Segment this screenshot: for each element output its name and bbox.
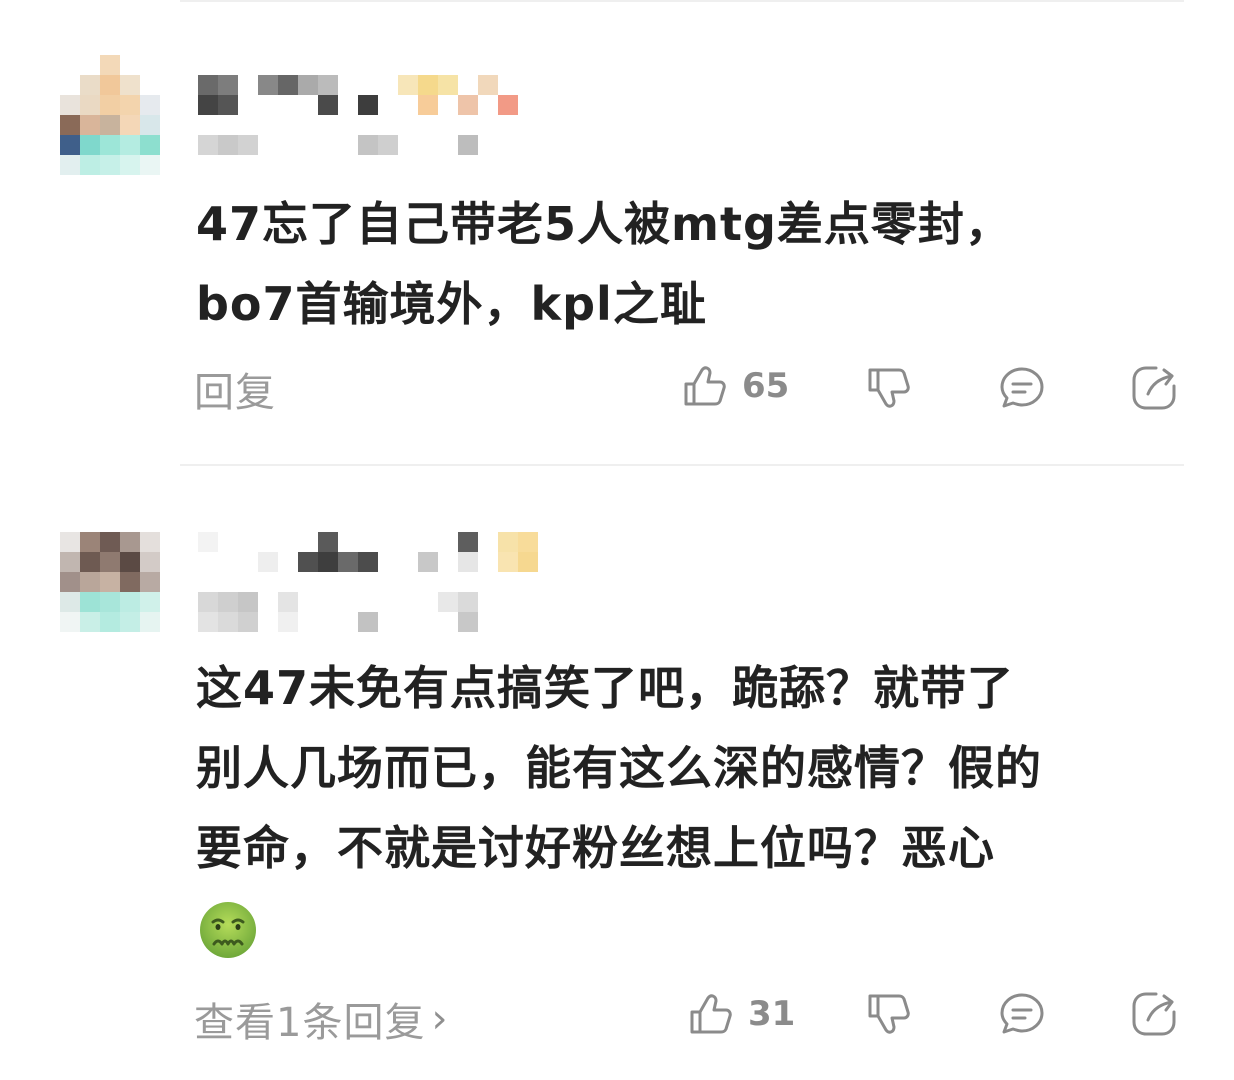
- thumbs-down-icon: [868, 368, 910, 408]
- comment-bubble-icon: [1000, 367, 1044, 408]
- like-count: 31: [748, 994, 796, 1034]
- avatar[interactable]: [60, 55, 160, 175]
- share-icon: [1132, 366, 1176, 410]
- comment-button[interactable]: [998, 364, 1046, 412]
- reply-button[interactable]: 回复: [194, 360, 276, 418]
- share-button[interactable]: [1130, 990, 1178, 1038]
- username-pixelated[interactable]: [198, 532, 538, 592]
- comment-text-line: 这47未免有点搞笑了吧，跪舔？就带了: [196, 661, 1015, 715]
- thumbs-up-icon: [684, 366, 726, 406]
- comment-bubble-icon: [1000, 993, 1044, 1034]
- comment-text-line: 47忘了自己带老5人被mtg差点零封，: [196, 197, 1012, 251]
- nauseated-face-icon: [200, 902, 256, 958]
- share-icon: [1132, 992, 1176, 1036]
- comment-text: 47忘了自己带老5人被mtg差点零封， bo7首输境外，kpl之耻: [196, 184, 1186, 344]
- chevron-right-icon: ›: [431, 996, 449, 1042]
- comment-button[interactable]: [998, 990, 1046, 1038]
- username-pixelated[interactable]: [198, 75, 528, 135]
- dislike-button[interactable]: [866, 364, 914, 412]
- comment-meta-pixelated: [198, 592, 498, 652]
- top-divider: [180, 0, 1184, 2]
- dislike-button[interactable]: [866, 990, 914, 1038]
- like-button[interactable]: 31: [688, 990, 795, 1038]
- share-button[interactable]: [1130, 364, 1178, 412]
- like-count: 65: [742, 366, 790, 406]
- thumbs-down-icon: [868, 994, 910, 1034]
- like-button[interactable]: 65: [682, 362, 789, 410]
- avatar[interactable]: [60, 532, 160, 632]
- comment-text-line: 要命，不就是讨好粉丝想上位吗？恶心: [196, 821, 995, 875]
- view-replies-label: 查看1条回复: [194, 1000, 426, 1046]
- view-replies-button[interactable]: 查看1条回复 ›: [194, 990, 448, 1048]
- comment-divider: [180, 464, 1184, 466]
- comment-text: 这47未免有点搞笑了吧，跪舔？就带了 别人几场而已，能有这么深的感情？假的 要命…: [196, 648, 1186, 888]
- thumbs-up-icon: [690, 994, 732, 1034]
- comment-text-line: 别人几场而已，能有这么深的感情？假的: [196, 741, 1042, 795]
- comment-text-line: bo7首输境外，kpl之耻: [196, 277, 707, 331]
